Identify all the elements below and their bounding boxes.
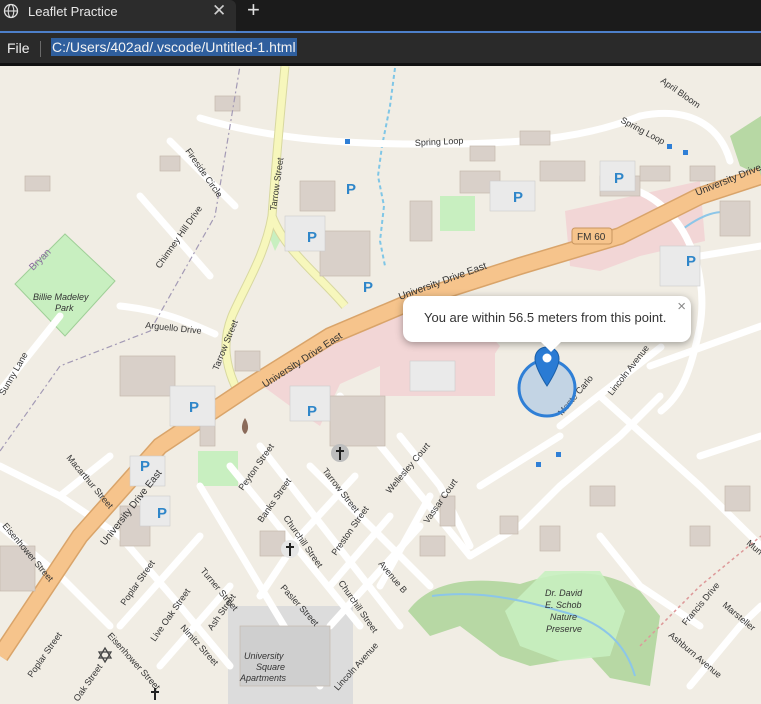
poplar-street-label: Poplar Street (25, 630, 64, 679)
oak-street-label: Oak Street (71, 662, 104, 703)
parking-icon: P (307, 229, 317, 246)
parking-icon: P (307, 403, 317, 420)
billie-madeley-park (14, 233, 116, 337)
synagogue-icon (97, 646, 113, 664)
university-square-label: Apartments (239, 673, 287, 683)
popup-close-button[interactable]: × (677, 299, 686, 315)
preserve-label: Nature (550, 612, 577, 622)
preserve-label: Preserve (546, 624, 582, 634)
april-bloom-label: April Bloom (659, 75, 702, 110)
peyton-street-label: Peyton Street (236, 441, 276, 492)
poplar-street-label: Poplar Street (118, 558, 157, 607)
spring-loop-label: Spring Loop (619, 115, 667, 147)
new-tab-button[interactable]: + (247, 0, 260, 23)
tab-title: Leaflet Practice (28, 4, 118, 19)
church-icon (151, 688, 159, 700)
preserve-label: Dr. David (545, 588, 583, 598)
trail-line (639, 535, 761, 647)
popup-text: You are within 56.5 meters from this poi… (424, 310, 667, 325)
parking-icon: P (513, 189, 523, 206)
university-square-label: University (244, 651, 284, 661)
fm60-label: FM 60 (577, 232, 606, 243)
parking-icon: P (363, 279, 373, 296)
location-popup: You are within 56.5 meters from this poi… (403, 296, 691, 352)
parking-icon: P (686, 253, 696, 270)
preserve-label: E. Schob (545, 600, 582, 610)
fireside-circle-label: Fireside Circle (183, 146, 224, 199)
lincoln-avenue-label: Lincoln Avenue (606, 343, 651, 397)
fire-station-icon (241, 418, 249, 434)
francis-drive-label: Francis Drive (680, 580, 722, 627)
university-square-label: Square (256, 662, 285, 672)
close-tab-icon[interactable]: ✕ (212, 1, 226, 21)
address-bar: File C:/Users/402ad/.vscode/Untitled-1.h… (0, 31, 761, 65)
park-label: Billie Madeley (33, 292, 89, 302)
parking-icon: P (140, 458, 150, 475)
browser-tab[interactable]: Leaflet Practice ✕ (0, 0, 236, 31)
parking-icon: P (157, 505, 167, 522)
park-label: Park (55, 303, 74, 313)
file-menu[interactable]: File (7, 40, 30, 56)
green-area (440, 196, 475, 231)
parking-icon: P (189, 399, 199, 416)
sunny-lane-label: Sunny Lane (0, 350, 30, 397)
parking-icon: P (614, 170, 624, 187)
parking-icon: P (346, 181, 356, 198)
creek (376, 67, 396, 267)
tab-strip: Leaflet Practice ✕ + (0, 0, 761, 31)
url-field[interactable]: C:/Users/402ad/.vscode/Untitled-1.html (51, 38, 297, 56)
address-divider (40, 41, 41, 57)
globe-icon (3, 3, 19, 19)
map-tiles: P P P P P P P P P P Tarrow Street Tarrow… (0, 66, 761, 704)
map-view[interactable]: P P P P P P P P P P Tarrow Street Tarrow… (0, 66, 761, 704)
popup-tip (541, 342, 561, 352)
